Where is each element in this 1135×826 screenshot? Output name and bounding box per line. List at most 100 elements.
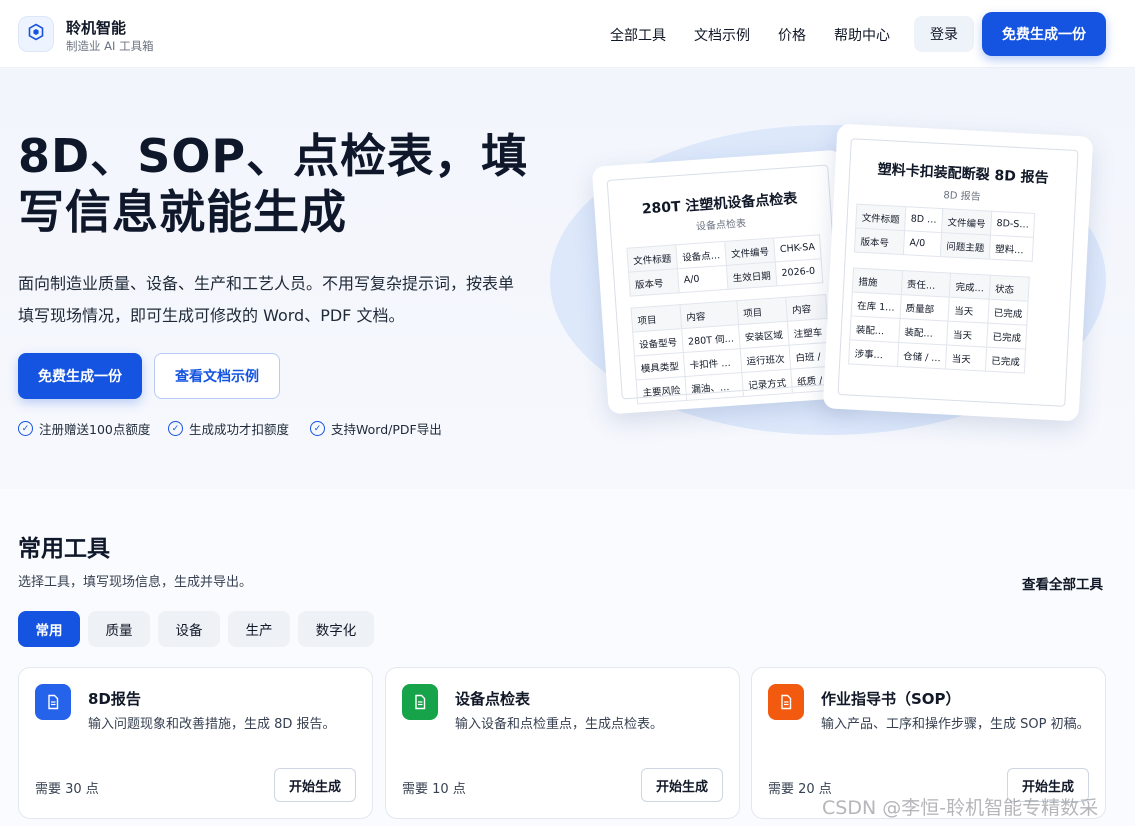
tool-description: 输入产品、工序和操作步骤，生成 SOP 初稿。 xyxy=(821,717,1090,732)
table-cell: 当天 xyxy=(947,321,988,348)
tab-quality[interactable]: 质量 xyxy=(88,611,150,647)
hero-title: 8D、SOP、点检表，填 写信息就能生成 xyxy=(18,128,538,240)
tool-name: 设备点检表 xyxy=(455,690,531,708)
table-cell: 项目 xyxy=(631,304,682,333)
table-cell: A/0 xyxy=(903,230,942,257)
table-cell: 设备点… xyxy=(675,241,727,269)
8d-report-preview: 塑料卡扣装配断裂 8D 报告 8D 报告 文件标题 8D … 文件编号 8D-S… 版… xyxy=(822,123,1094,422)
table-cell: 版本号 xyxy=(854,228,905,255)
table-cell: 文件编号 xyxy=(724,238,776,266)
feature-check: ✓ 生成成功才扣额度 xyxy=(168,419,289,438)
table-cell: 版本号 xyxy=(628,268,680,297)
table-cell: 装配… xyxy=(849,315,900,343)
table-cell: 运行班次 xyxy=(740,345,791,373)
feature-check: ✓ 注册赠送100点额度 xyxy=(18,419,150,438)
hero-title-line-1: 8D、SOP、点检表，填 xyxy=(18,129,529,183)
tool-card-8d-report[interactable]: 8D报告 输入问题现象和改善措施，生成 8D 报告。 需要 30 点 开始生成 xyxy=(18,667,373,819)
hero-title-line-2: 写信息就能生成 xyxy=(18,185,347,239)
nav-help-center[interactable]: 帮助中心 xyxy=(834,25,890,45)
table-cell: 涉事… xyxy=(848,339,899,367)
login-button[interactable]: 登录 xyxy=(914,16,974,52)
table-cell: 已完成 xyxy=(987,299,1029,326)
document-border: 塑料卡扣装配断裂 8D 报告 8D 报告 文件标题 8D … 文件编号 8D-S… 版… xyxy=(837,138,1079,407)
table-cell: 文件标题 xyxy=(855,204,906,231)
feature-check-label: 生成成功才扣额度 xyxy=(189,422,290,437)
nav-pricing[interactable]: 价格 xyxy=(778,25,806,45)
check-icon: ✓ xyxy=(310,421,325,436)
section-description: 选择工具，填写现场信息，生成并导出。 xyxy=(18,575,253,590)
hexagon-logo-icon xyxy=(27,23,45,45)
tab-digitalization[interactable]: 数字化 xyxy=(298,611,374,647)
table-cell: 文件编号 xyxy=(941,208,992,236)
hero-description-line-2: 填写现场情况，即可生成可修改的 Word、PDF 文档。 xyxy=(18,306,405,325)
feature-check: ✓ 支持Word/PDF导出 xyxy=(310,419,442,438)
check-icon: ✓ xyxy=(18,421,33,436)
table-cell: CHK-SA xyxy=(773,234,822,262)
tool-cost: 需要 30 点 xyxy=(35,782,99,797)
nav-all-tools[interactable]: 全部工具 xyxy=(610,25,666,45)
table-cell: 仓储 / … xyxy=(897,342,948,369)
table-cell: 主要风险 xyxy=(636,376,687,404)
table-cell: 塑料… xyxy=(989,235,1034,262)
check-icon: ✓ xyxy=(168,421,183,436)
tool-cost: 需要 10 点 xyxy=(402,782,466,797)
hero-description: 面向制造业质量、设备、生产和工艺人员。不用写复杂提示词，按表单 填写现场情况，即… xyxy=(18,268,528,332)
tool-description: 输入设备和点检重点，生成点检表。 xyxy=(455,717,664,732)
hero-free-generate-button[interactable]: 免费生成一份 xyxy=(18,353,142,399)
tool-card-inspection-sheet[interactable]: 设备点检表 输入设备和点检重点，生成点检表。 需要 10 点 开始生成 xyxy=(385,667,740,819)
view-doc-examples-button[interactable]: 查看文档示例 xyxy=(154,353,280,399)
table-cell: 记录方式 xyxy=(741,369,793,397)
document-meta-table: 文件标题 8D … 文件编号 8D-S… 版本号 A/0 问题主题 塑料… xyxy=(854,204,1036,262)
view-all-tools-link[interactable]: 查看全部工具 xyxy=(1022,573,1103,593)
document-icon xyxy=(402,684,438,720)
feature-check-label: 支持Word/PDF导出 xyxy=(331,422,442,437)
table-cell: 在库 1… xyxy=(851,291,901,319)
logo[interactable] xyxy=(18,16,54,52)
table-cell: 装配… xyxy=(898,318,949,346)
tab-common[interactable]: 常用 xyxy=(18,611,80,647)
table-cell: 问题主题 xyxy=(940,232,991,260)
nav-doc-examples[interactable]: 文档示例 xyxy=(694,25,750,45)
document-meta-table: 文件标题 设备点… 文件编号 CHK-SA 版本号 A/0 生效日期 2026-0 xyxy=(626,234,823,297)
brand-name: 聆机智能 xyxy=(66,19,127,37)
table-cell: 状态 xyxy=(988,275,1030,302)
table-cell: 已完成 xyxy=(985,347,1026,374)
table-cell: 生效日期 xyxy=(726,261,777,290)
feature-check-label: 注册赠送100点额度 xyxy=(39,422,151,437)
table-cell: 当天 xyxy=(948,297,989,324)
start-generate-button[interactable]: 开始生成 xyxy=(641,768,723,802)
tool-name: 8D报告 xyxy=(88,690,141,708)
corrective-actions-table: 措施 责任… 完成… 状态 在库 1… 质量部 当天 已完成 装配… 装配… 当天 已完成 涉事…… xyxy=(848,268,1030,374)
tab-equipment[interactable]: 设备 xyxy=(158,611,220,647)
table-cell: 完成… xyxy=(949,273,991,300)
tab-production[interactable]: 生产 xyxy=(228,611,290,647)
header-free-generate-button[interactable]: 免费生成一份 xyxy=(982,12,1106,56)
table-cell: 设备型号 xyxy=(632,328,684,356)
document-data-table: 项目 内容 项目 内容 设备型号 280T 伺… 安装区域 注塑车 模具类型 卡扣件 … 运行班… xyxy=(631,294,833,404)
csdn-watermark: CSDN @李恒-聆机智能专精数采 xyxy=(822,797,1099,819)
document-border: 280T 注塑机设备点检表 设备点检表 文件标题 设备点… 文件编号 CHK-SA 版… xyxy=(606,164,844,404)
table-cell: 当天 xyxy=(945,345,987,372)
table-cell: 漏油、… xyxy=(685,372,744,401)
table-cell: 内容 xyxy=(785,294,827,322)
table-cell: 模具类型 xyxy=(634,352,686,380)
tool-name: 作业指导书（SOP） xyxy=(821,690,961,708)
start-generate-button[interactable]: 开始生成 xyxy=(274,768,356,802)
table-cell: 8D … xyxy=(904,206,943,233)
table-cell: 注塑车 xyxy=(787,318,829,346)
inspection-sheet-preview: 280T 注塑机设备点检表 设备点检表 文件标题 设备点… 文件编号 CHK-SA 版… xyxy=(591,149,859,415)
top-header: 聆机智能 制造业 AI 工具箱 全部工具 文档示例 价格 帮助中心 登录 免费生… xyxy=(0,0,1135,68)
section-title: 常用工具 xyxy=(18,536,110,562)
table-cell: A/0 xyxy=(677,265,729,293)
table-cell: 责任… xyxy=(900,270,951,298)
table-cell: 措施 xyxy=(852,268,903,295)
table-cell: 安装区域 xyxy=(738,321,790,349)
table-cell: 文件标题 xyxy=(626,244,678,273)
brand-tagline: 制造业 AI 工具箱 xyxy=(66,39,154,53)
table-cell: 已完成 xyxy=(986,323,1028,350)
table-cell: 质量部 xyxy=(899,294,950,322)
hero-description-line-1: 面向制造业质量、设备、生产和工艺人员。不用写复杂提示词，按表单 xyxy=(18,274,515,293)
table-cell: 2026-0 xyxy=(775,258,823,286)
document-icon xyxy=(35,684,71,720)
table-cell: 项目 xyxy=(736,297,788,325)
